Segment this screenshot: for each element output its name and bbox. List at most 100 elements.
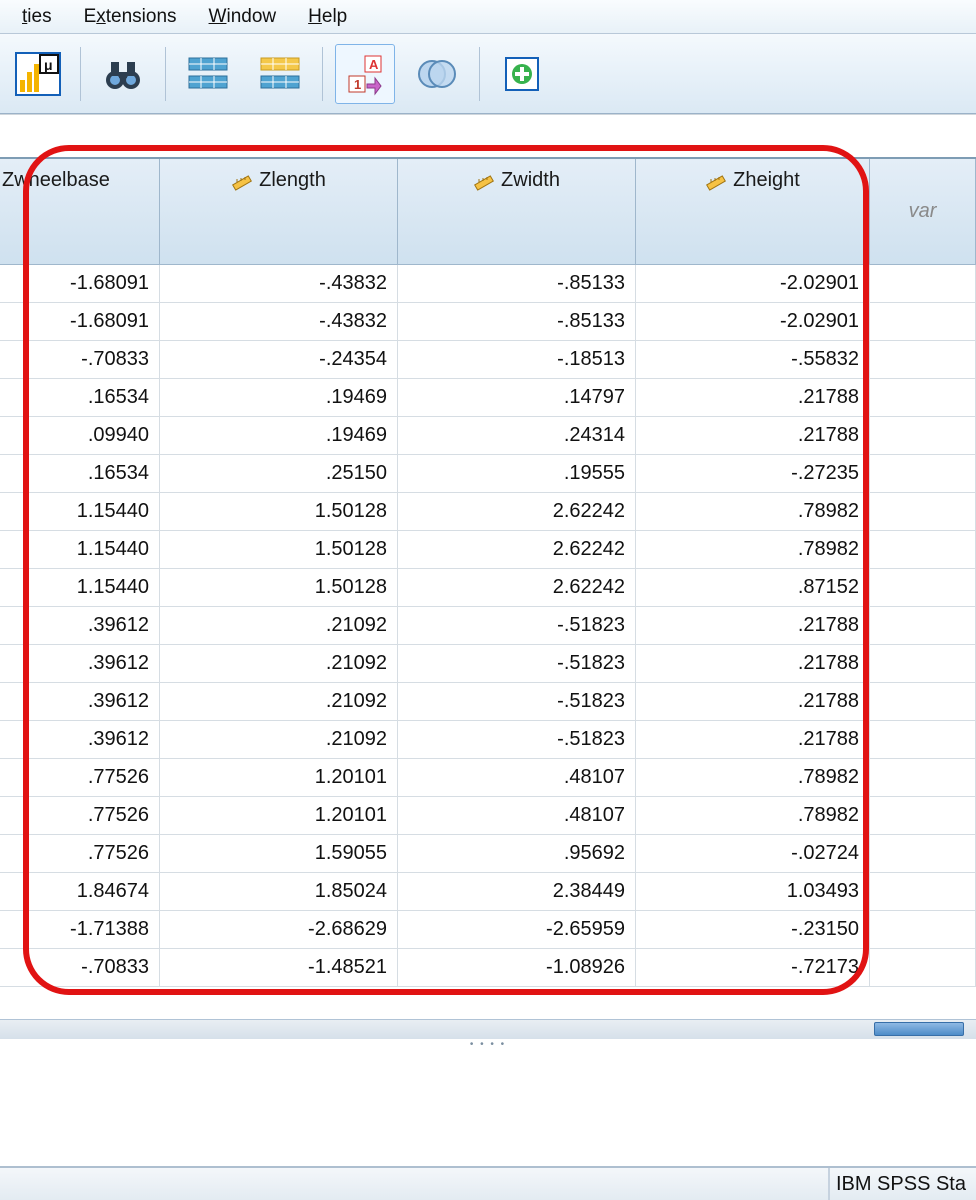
table-row[interactable]: .775261.20101.48107.78982 <box>0 797 976 835</box>
cell[interactable]: 1.03493 <box>636 873 870 911</box>
cell[interactable]: .19469 <box>160 379 398 417</box>
find-button[interactable] <box>93 44 153 104</box>
cell[interactable]: 2.62242 <box>398 493 636 531</box>
cell[interactable]: -.23150 <box>636 911 870 949</box>
cell[interactable]: -1.48521 <box>160 949 398 987</box>
cell[interactable]: .21788 <box>636 417 870 455</box>
cell[interactable]: .48107 <box>398 797 636 835</box>
cell-empty[interactable] <box>870 911 976 949</box>
table-row[interactable]: .39612.21092-.51823.21788 <box>0 683 976 721</box>
spreadsheet[interactable]: Zwheelbase Zlength Zwidth <box>0 157 976 1200</box>
cell-empty[interactable] <box>870 531 976 569</box>
cell[interactable]: .21788 <box>636 379 870 417</box>
split-b-button[interactable] <box>250 44 310 104</box>
cell[interactable]: .21788 <box>636 721 870 759</box>
cell[interactable]: .21092 <box>160 721 398 759</box>
menu-item-help[interactable]: Help <box>292 2 363 32</box>
cell[interactable]: 1.15440 <box>0 569 160 607</box>
cell-empty[interactable] <box>870 493 976 531</box>
cell[interactable]: -.51823 <box>398 721 636 759</box>
cell[interactable]: 1.15440 <box>0 531 160 569</box>
cell[interactable]: -.43832 <box>160 265 398 303</box>
table-row[interactable]: .09940.19469.24314.21788 <box>0 417 976 455</box>
scrollbar-thumb[interactable] <box>874 1022 964 1036</box>
col-header-zwidth[interactable]: Zwidth <box>398 159 636 265</box>
insert-case-button[interactable]: A 1 <box>335 44 395 104</box>
cell[interactable]: -.70833 <box>0 949 160 987</box>
cell-empty[interactable] <box>870 873 976 911</box>
cell[interactable]: 1.85024 <box>160 873 398 911</box>
cell[interactable]: .48107 <box>398 759 636 797</box>
cell[interactable]: .77526 <box>0 797 160 835</box>
venn-button[interactable] <box>407 44 467 104</box>
cell[interactable]: .19555 <box>398 455 636 493</box>
cell[interactable]: .24314 <box>398 417 636 455</box>
table-row[interactable]: 1.154401.501282.62242.87152 <box>0 569 976 607</box>
cell[interactable]: 1.20101 <box>160 759 398 797</box>
table-row[interactable]: .39612.21092-.51823.21788 <box>0 607 976 645</box>
cell[interactable]: -2.68629 <box>160 911 398 949</box>
cell[interactable]: .87152 <box>636 569 870 607</box>
cell-empty[interactable] <box>870 303 976 341</box>
cell[interactable]: .09940 <box>0 417 160 455</box>
table-row[interactable]: -1.68091-.43832-.85133-2.02901 <box>0 265 976 303</box>
cell[interactable]: .25150 <box>160 455 398 493</box>
table-row[interactable]: 1.846741.850242.384491.03493 <box>0 873 976 911</box>
cell[interactable]: 2.62242 <box>398 569 636 607</box>
cell[interactable]: -2.65959 <box>398 911 636 949</box>
cell-empty[interactable] <box>870 721 976 759</box>
cell[interactable]: 2.38449 <box>398 873 636 911</box>
cell[interactable]: -1.08926 <box>398 949 636 987</box>
cell[interactable]: .78982 <box>636 493 870 531</box>
cell[interactable]: -.24354 <box>160 341 398 379</box>
cell-empty[interactable] <box>870 569 976 607</box>
cell[interactable]: 1.84674 <box>0 873 160 911</box>
split-a-button[interactable] <box>178 44 238 104</box>
cell[interactable]: .21092 <box>160 645 398 683</box>
cell-empty[interactable] <box>870 607 976 645</box>
cell[interactable]: 1.59055 <box>160 835 398 873</box>
cell-empty[interactable] <box>870 379 976 417</box>
cell[interactable]: -.27235 <box>636 455 870 493</box>
cell[interactable]: -.51823 <box>398 607 636 645</box>
cell-empty[interactable] <box>870 797 976 835</box>
cell[interactable]: .78982 <box>636 797 870 835</box>
col-header-empty[interactable]: var <box>870 159 976 265</box>
cell-empty[interactable] <box>870 265 976 303</box>
cell[interactable]: .39612 <box>0 645 160 683</box>
cell[interactable]: -.72173 <box>636 949 870 987</box>
cell[interactable]: -1.68091 <box>0 303 160 341</box>
menu-item-extensions[interactable]: Extensions <box>68 2 193 32</box>
cell[interactable]: .14797 <box>398 379 636 417</box>
cell[interactable]: 1.50128 <box>160 493 398 531</box>
cell[interactable]: -1.68091 <box>0 265 160 303</box>
cell[interactable]: 1.50128 <box>160 531 398 569</box>
col-header-zlength[interactable]: Zlength <box>160 159 398 265</box>
table-row[interactable]: .775261.59055.95692-.02724 <box>0 835 976 873</box>
cell[interactable]: 1.50128 <box>160 569 398 607</box>
table-row[interactable]: .39612.21092-.51823.21788 <box>0 721 976 759</box>
cell[interactable]: .39612 <box>0 721 160 759</box>
chart-mu-button[interactable]: μ <box>8 44 68 104</box>
data-grid[interactable]: Zwheelbase Zlength Zwidth <box>0 159 976 987</box>
cell[interactable]: .77526 <box>0 759 160 797</box>
table-row[interactable]: 1.154401.501282.62242.78982 <box>0 493 976 531</box>
add-button[interactable] <box>492 44 552 104</box>
col-header-zheight[interactable]: Zheight <box>636 159 870 265</box>
cell[interactable]: .21788 <box>636 645 870 683</box>
cell[interactable]: .16534 <box>0 379 160 417</box>
table-row[interactable]: .39612.21092-.51823.21788 <box>0 645 976 683</box>
cell[interactable]: .21788 <box>636 607 870 645</box>
cell[interactable]: .77526 <box>0 835 160 873</box>
cell[interactable]: -.85133 <box>398 303 636 341</box>
menu-item-window[interactable]: Window <box>193 2 293 32</box>
cell[interactable]: .21092 <box>160 607 398 645</box>
cell[interactable]: .39612 <box>0 683 160 721</box>
cell[interactable]: -.85133 <box>398 265 636 303</box>
table-row[interactable]: -1.71388-2.68629-2.65959-.23150 <box>0 911 976 949</box>
cell[interactable]: 2.62242 <box>398 531 636 569</box>
cell[interactable]: .95692 <box>398 835 636 873</box>
cell[interactable]: .39612 <box>0 607 160 645</box>
cell[interactable]: -.43832 <box>160 303 398 341</box>
cell-empty[interactable] <box>870 759 976 797</box>
